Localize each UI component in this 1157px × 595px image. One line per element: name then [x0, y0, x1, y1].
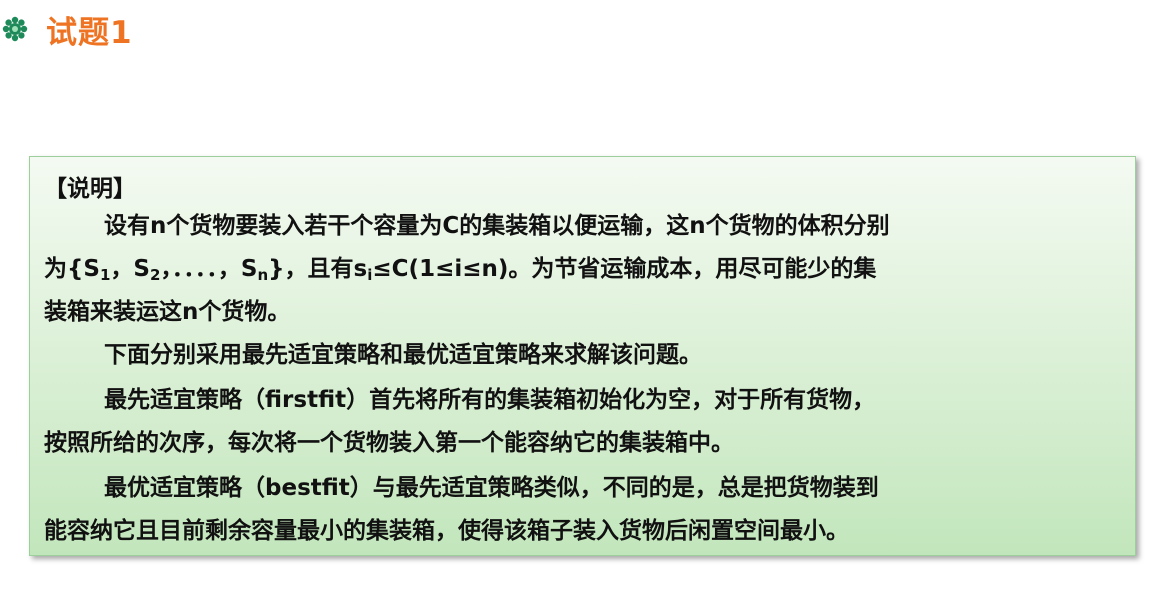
paragraph-3-line-1-text: 最先适宜策略（firstfit）首先将所有的集装箱初始化为空，对于所有货物，: [104, 387, 876, 413]
description-heading: 【说明】: [44, 176, 136, 202]
separator-2: ，．．．．，S: [160, 256, 258, 282]
paragraph-1-line-1-text: 设有n个货物要装入若干个容量为C的集装箱以便运输，这n个货物的体积分别: [104, 213, 890, 239]
paragraph-4-line-2: 能容纳它且目前剩余容量最小的集装箱，使得该箱子装入货物后闲置空间最小。: [44, 518, 849, 544]
paragraph-3-line-2: 按照所给的次序，每次将一个货物装入第一个能容纳它的集装箱中。: [44, 430, 734, 456]
page-title: 试题1: [46, 14, 133, 51]
paragraph-4-line-1: 最优适宜策略（bestfit）与最先适宜策略类似，不同的是，总是把货物装到: [44, 471, 1124, 506]
paragraph-4-line-1-text: 最优适宜策略（bestfit）与最先适宜策略类似，不同的是，总是把货物装到: [104, 475, 879, 501]
description-box: 【说明】 设有n个货物要装入若干个容量为C的集装箱以便运输，这n个货物的体积分别…: [29, 156, 1136, 556]
separator-1: ，S: [110, 256, 150, 282]
paragraph-1-line-1: 设有n个货物要装入若干个容量为C的集装箱以便运输，这n个货物的体积分别: [44, 209, 1124, 244]
sn-subscript: n: [257, 266, 269, 284]
s1-subscript: 1: [99, 266, 111, 284]
paragraph-1-line-2: 为{S1，S2，．．．．，Sn}，且有si≤C(1≤i≤n)。为节省运输成本，用…: [44, 252, 1124, 287]
paragraph-2-text: 下面分别采用最先适宜策略和最优适宜策略来求解该问题。: [104, 342, 702, 368]
paragraph-2: 下面分别采用最先适宜策略和最优适宜策略来求解该问题。: [44, 338, 1124, 373]
paragraph-1-line-3: 装箱来装运这n个货物。: [44, 299, 291, 325]
set-close-text: }，且有s: [268, 256, 368, 282]
title-row: 试题1: [0, 6, 133, 52]
s2-subscript: 2: [149, 266, 161, 284]
set-open-text: 为{S: [44, 256, 100, 282]
paragraph-3-line-1: 最先适宜策略（firstfit）首先将所有的集装箱初始化为空，对于所有货物，: [44, 383, 1124, 418]
flower-bullet-icon: [2, 16, 28, 42]
constraint-text: ≤C(1≤i≤n)。为节省运输成本，用尽可能少的集: [372, 256, 877, 282]
